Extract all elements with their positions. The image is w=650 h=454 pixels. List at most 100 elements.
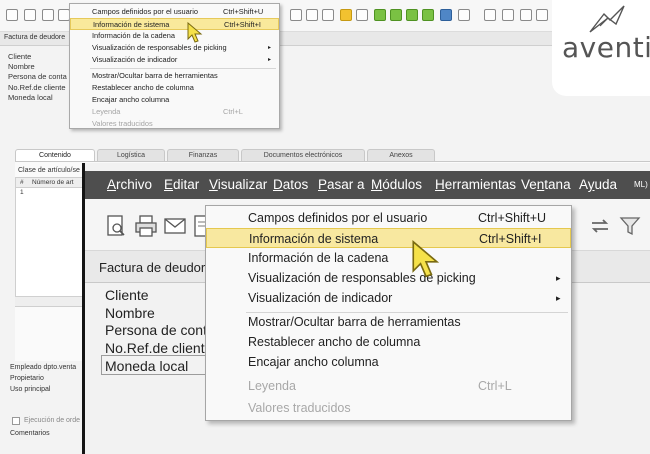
menu-item-label: Restablecer ancho de columna	[92, 83, 194, 92]
sort-icon[interactable]	[322, 9, 334, 21]
base-document-icon[interactable]	[440, 9, 452, 21]
first-record-icon[interactable]	[374, 9, 386, 21]
tab-logistica[interactable]: Logística	[97, 149, 165, 161]
menu-item-restablecer[interactable]: Restablecer ancho de columna	[70, 82, 279, 94]
menu-item-label: Visualización de responsables de picking	[92, 43, 227, 52]
mouse-cursor-icon	[412, 240, 440, 278]
filter-icon[interactable]	[306, 9, 318, 21]
submenu-arrow-icon: ▸	[556, 293, 561, 303]
menu-item-shortcut: Ctrl+L	[478, 379, 512, 393]
context-menu-large: Campos definidos por el usuario Ctrl+Shi…	[205, 205, 572, 421]
menu-item-leyenda[interactable]: Leyenda Ctrl+L	[206, 376, 571, 396]
menu-item-campos[interactable]: Campos definidos por el usuario Ctrl+Shi…	[206, 208, 571, 228]
bg-field-uso: Uso principal	[10, 386, 51, 393]
menu-item-cadena[interactable]: Información de la cadena	[206, 248, 571, 268]
tab-finanzas[interactable]: Finanzas	[167, 149, 239, 161]
menu-item-label: Encajar ancho columna	[92, 95, 170, 104]
menu-item-leyenda[interactable]: Leyenda Ctrl+L	[70, 106, 279, 118]
email-icon[interactable]	[164, 215, 186, 237]
search-icon[interactable]	[6, 9, 18, 21]
brand-logo-text: aventi	[562, 31, 650, 64]
menu-item-label: Valores traducidos	[92, 119, 153, 128]
field-cliente: Cliente	[105, 287, 149, 303]
grid-header-hash: #	[20, 179, 24, 186]
menu-ayuda[interactable]: Ayuda	[579, 177, 617, 192]
email-icon[interactable]	[42, 9, 54, 21]
menu-item-label: Información de sistema	[249, 232, 379, 246]
print-icon[interactable]	[135, 215, 157, 237]
settings-icon[interactable]	[520, 9, 532, 21]
menu-herramientas[interactable]: Herramientas	[435, 177, 516, 192]
message-icon[interactable]	[502, 9, 514, 21]
menu-item-label: Campos definidos por el usuario	[92, 7, 198, 16]
refresh-icon[interactable]	[589, 215, 611, 237]
menu-item-picking[interactable]: Visualización de responsables de picking…	[70, 42, 279, 54]
edit-icon[interactable]	[484, 9, 496, 21]
menu-datos[interactable]: Datos	[273, 177, 308, 192]
menu-item-label: Información de sistema	[93, 20, 170, 29]
menu-item-label: Visualización de indicador	[92, 55, 178, 64]
ejecucion-checkbox[interactable]	[12, 417, 20, 425]
menu-item-label: Información de la cadena	[248, 251, 389, 265]
mouse-cursor-icon	[187, 22, 203, 43]
bg-class-label: Clase de artículo/se	[18, 167, 80, 174]
menu-item-mostrar-ocultar[interactable]: Mostrar/Ocultar barra de herramientas	[70, 70, 279, 82]
table-row[interactable]: 1	[16, 188, 86, 198]
menu-modulos[interactable]: Módulos	[371, 177, 422, 192]
menu-item-label: Encajar ancho columna	[248, 355, 379, 369]
menu-item-indicador[interactable]: Visualización de indicador ▸	[206, 288, 571, 308]
next-record-icon[interactable]	[406, 9, 418, 21]
menu-visualizar[interactable]: Visualizar	[209, 177, 267, 192]
previous-record-icon[interactable]	[390, 9, 402, 21]
menu-item-cadena[interactable]: Información de la cadena	[70, 30, 279, 42]
menu-pasar-a[interactable]: Pasar a	[318, 177, 365, 192]
preview-icon[interactable]	[105, 215, 127, 237]
menu-archivo[interactable]: Archivo	[107, 177, 152, 192]
menu-item-shortcut: Ctrl+L	[223, 107, 243, 116]
menu-item-informacion-sistema[interactable]: Información de sistema Ctrl+Shift+I	[70, 18, 279, 30]
menu-item-informacion-sistema[interactable]: Información de sistema Ctrl+Shift+I	[206, 228, 571, 248]
field-persona: Persona de conta	[105, 322, 215, 338]
filter-icon[interactable]	[619, 215, 641, 237]
menu-item-shortcut: Ctrl+Shift+U	[223, 7, 264, 16]
menu-item-mostrar-ocultar[interactable]: Mostrar/Ocultar barra de herramientas	[206, 312, 571, 332]
tab-documentos[interactable]: Documentos electrónicos	[241, 149, 365, 161]
menu-item-valores[interactable]: Valores traducidos	[206, 398, 571, 418]
field-moneda: Moneda local	[105, 358, 189, 374]
menu-item-picking[interactable]: Visualización de responsables de picking…	[206, 268, 571, 288]
menu-item-encajar[interactable]: Encajar ancho columna	[206, 352, 571, 372]
help-icon[interactable]	[536, 9, 548, 21]
field-nombre: Nombre	[105, 305, 155, 321]
menu-item-label: Visualización de responsables de picking	[248, 271, 476, 285]
grid-scrollbar[interactable]	[15, 296, 85, 306]
tab-anexos[interactable]: Anexos	[367, 149, 435, 161]
menu-item-encajar[interactable]: Encajar ancho columna	[70, 94, 279, 106]
menu-item-valores[interactable]: Valores traducidos	[70, 118, 279, 130]
context-menu-small: Campos definidos por el usuario Ctrl+Shi…	[69, 3, 280, 129]
menu-ventana[interactable]: Ventana	[521, 177, 571, 192]
menu-item-restablecer[interactable]: Restablecer ancho de columna	[206, 332, 571, 352]
menu-item-label: Restablecer ancho de columna	[248, 335, 421, 349]
submenu-arrow-icon: ▸	[556, 273, 561, 283]
chart-icon[interactable]	[356, 9, 368, 21]
menu-item-label: Mostrar/Ocultar barra de herramientas	[248, 315, 461, 329]
target-document-icon[interactable]	[458, 9, 470, 21]
bg-field-moneda: Moneda local	[8, 93, 53, 102]
background-form-title: Factura de deudore	[4, 34, 66, 41]
form-title: Factura de deudore	[99, 260, 213, 275]
grid-header-article[interactable]: Número de art	[32, 178, 74, 188]
menu-item-indicador[interactable]: Visualización de indicador ▸	[70, 54, 279, 66]
menu-editar[interactable]: Editar	[164, 177, 199, 192]
print-icon[interactable]	[24, 9, 36, 21]
menu-item-campos[interactable]: Campos definidos por el usuario Ctrl+Shi…	[70, 6, 279, 18]
folder-icon[interactable]	[340, 9, 352, 21]
bg-field-empleado: Empleado dpto.venta	[10, 364, 77, 371]
bg-field-propietario: Propietario	[10, 375, 44, 382]
bg-field-cliente: Cliente	[8, 52, 32, 61]
menu-item-label: Valores traducidos	[248, 401, 351, 415]
refresh-icon[interactable]	[290, 9, 302, 21]
tab-contenido[interactable]: Contenido	[15, 149, 95, 161]
menu-item-label: Leyenda	[248, 379, 296, 393]
last-record-icon[interactable]	[422, 9, 434, 21]
background-grid: # Número de art 1	[15, 177, 86, 307]
